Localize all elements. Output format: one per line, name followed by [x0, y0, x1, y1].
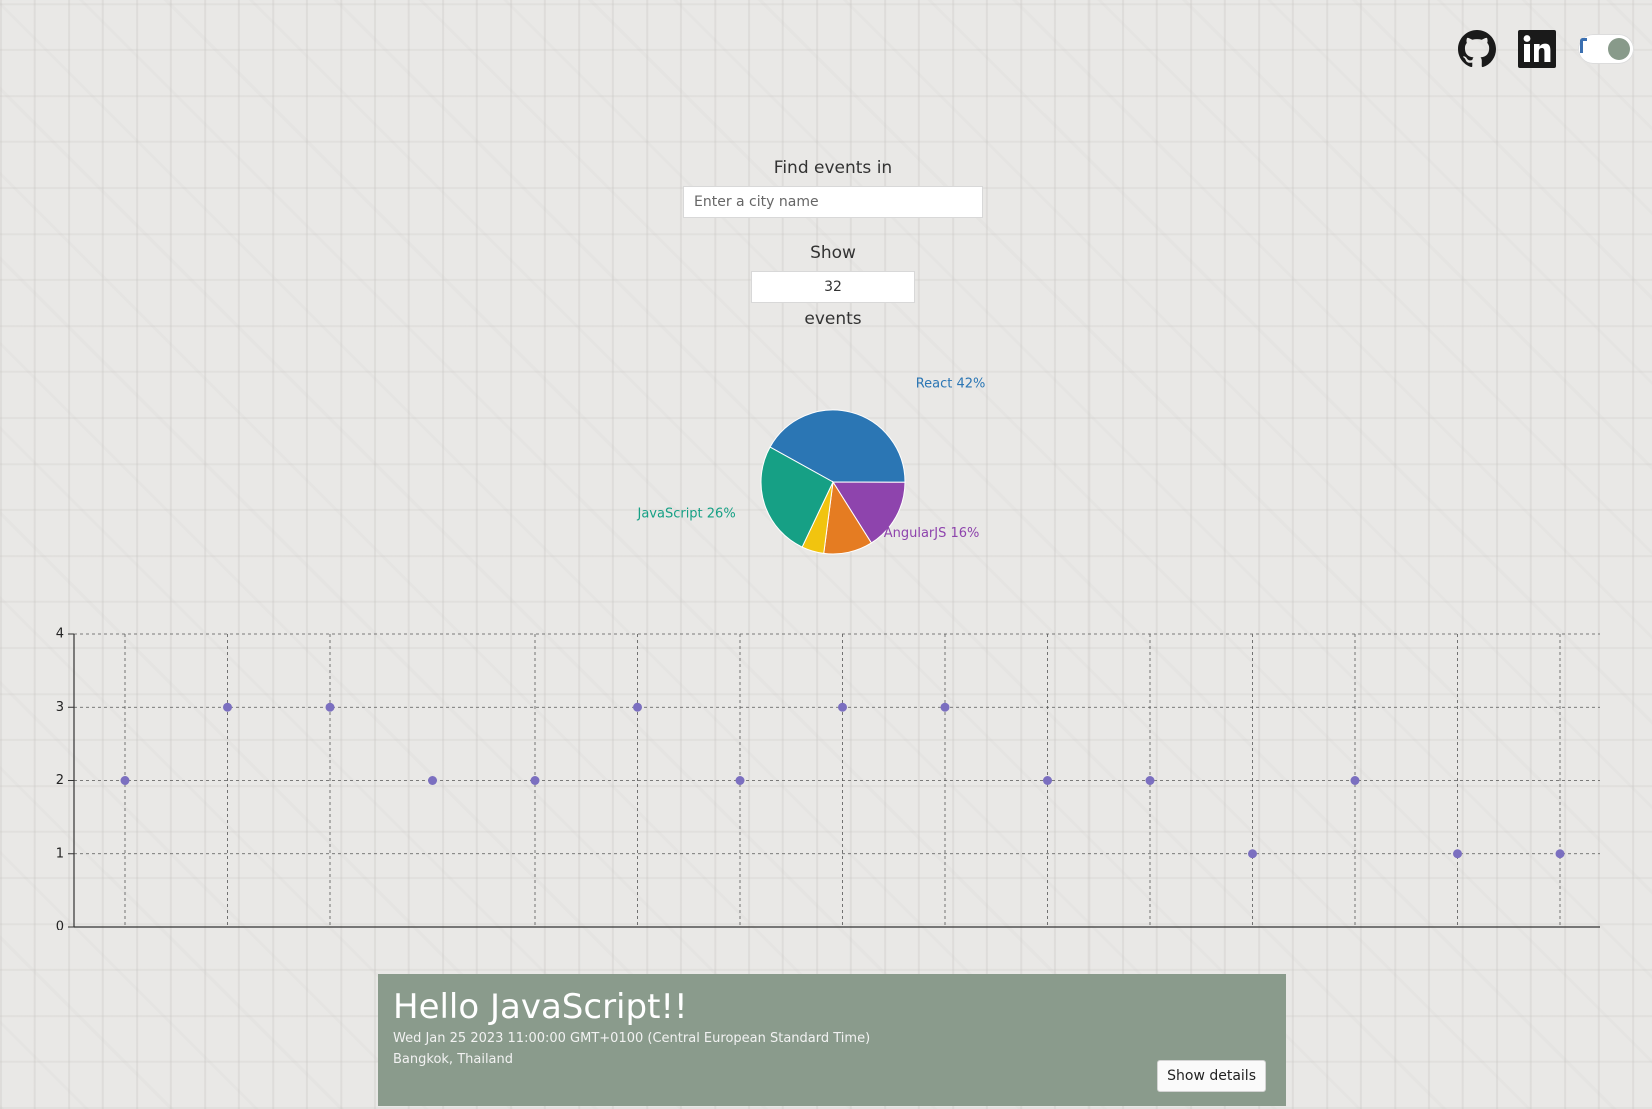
scatter-point — [1555, 849, 1565, 859]
scatter-point — [223, 702, 232, 712]
linkedin-icon[interactable] — [1518, 30, 1556, 68]
scatter-point — [428, 776, 437, 785]
scatter-point — [1350, 776, 1360, 785]
scatter-point — [325, 702, 335, 712]
scatter-point — [1043, 776, 1052, 785]
scatter-point — [1145, 776, 1155, 785]
y-tick-label: 0 — [56, 920, 64, 931]
moon-icon — [1580, 38, 1587, 53]
scatter-point — [633, 702, 642, 712]
scatter-point — [120, 776, 130, 785]
number-of-events: Show events — [0, 243, 1652, 329]
city-search-input[interactable] — [683, 186, 983, 218]
number-of-events-input[interactable] — [751, 271, 915, 303]
scatter-point — [940, 702, 950, 712]
city-search: Find events in — [0, 158, 1652, 218]
scatter-point — [530, 776, 540, 785]
event-date: Wed Jan 25 2023 11:00:00 GMT+0100 (Centr… — [393, 1031, 871, 1046]
genre-pie-chart: React 42%AngularJS 16%jQuery 11%Node 5%J… — [636, 377, 986, 555]
scatter-point — [1453, 849, 1462, 859]
event-title: Hello JavaScript!! — [393, 987, 688, 1027]
y-tick-label: 3 — [56, 700, 64, 715]
show-details-button[interactable]: Show details — [1157, 1060, 1266, 1092]
pie-label-javascript: JavaScript 26% — [636, 506, 735, 521]
y-tick-label: 1 — [56, 846, 64, 861]
number-of-events-label: Show — [810, 243, 856, 263]
event-location: Bangkok, Thailand — [393, 1052, 514, 1067]
scatter-point — [838, 702, 847, 712]
pie-label-angularjs: AngularJS 16% — [884, 526, 980, 541]
scatter-grid — [74, 633, 1600, 927]
pie-label-react: React 42% — [916, 377, 986, 392]
scatter-point — [1248, 849, 1257, 859]
scatter-point — [735, 776, 745, 785]
header-links — [1458, 30, 1634, 68]
y-tick-label: 2 — [56, 773, 64, 788]
number-of-events-suffix: events — [804, 309, 862, 329]
event-card: Hello JavaScript!! Wed Jan 25 2023 11:00… — [378, 974, 1286, 1106]
y-tick-label: 4 — [56, 627, 64, 642]
city-search-label: Find events in — [773, 158, 893, 178]
theme-toggle[interactable] — [1578, 34, 1634, 64]
github-icon[interactable] — [1458, 30, 1496, 68]
events-scatter-chart: 01234BangkokBerlinCape TownTorontoNew Yo… — [56, 627, 1600, 931]
toggle-knob — [1608, 38, 1630, 60]
